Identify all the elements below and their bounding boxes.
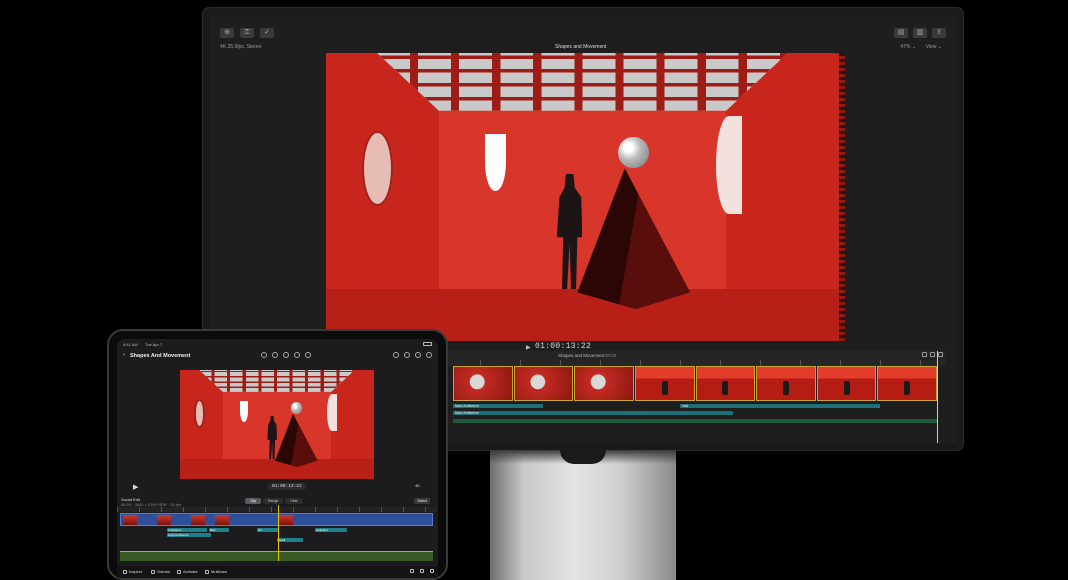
back-chevron-icon[interactable]: ‹: [123, 352, 125, 358]
audio-chip[interactable]: Ambiance: [167, 528, 207, 532]
playback-controls: ▶ 01:00:13:22 4K: [121, 481, 434, 493]
layout-icon[interactable]: [404, 352, 410, 358]
audio-chip[interactable]: Highlight: [315, 528, 347, 532]
inspect-icon: [123, 569, 127, 574]
music-icon[interactable]: [283, 352, 289, 358]
photos-icon[interactable]: [272, 352, 278, 358]
camera-icon[interactable]: [261, 352, 267, 358]
segment-hide[interactable]: Hide: [285, 498, 303, 504]
play-icon[interactable]: ▶: [133, 483, 138, 491]
status-time: 9:41 AM: [123, 342, 138, 347]
ipad-device: 9:41 AM Tue Apr 7 ‹ Shapes And Movement: [107, 329, 448, 580]
ipad-timecode: 01:00:13:22: [268, 483, 306, 490]
ipad-project-title[interactable]: Shapes And Movement: [130, 353, 190, 359]
ipad-playhead[interactable]: [278, 505, 279, 561]
ipad-bottom-toolbar: Inspect Volume Animate Multicam: [117, 566, 438, 578]
project-info: Social Edit 00:20 · 3840 × 2160 HDR · 24…: [121, 497, 181, 507]
audio-chip[interactable]: Swell: [277, 538, 303, 542]
inspect-button[interactable]: Inspect: [123, 569, 142, 574]
split-icon[interactable]: [420, 569, 424, 573]
music-waveform[interactable]: [120, 551, 433, 561]
settings-icon[interactable]: [393, 352, 399, 358]
zoom-menu[interactable]: 47% ⌄: [900, 44, 916, 50]
animate-button[interactable]: Animate: [177, 569, 198, 574]
volume-icon: [151, 569, 155, 574]
red-room-frame: [180, 370, 374, 479]
viewer-header: 4K 25.0fps, Stereo Shapes and Movement 4…: [220, 43, 946, 53]
share-icon[interactable]: ⇪: [932, 28, 946, 38]
stand-cutout: [560, 450, 606, 464]
snap-icon[interactable]: [922, 352, 927, 357]
multicam-button[interactable]: Multicam: [205, 569, 227, 574]
primary-storyline: [453, 366, 937, 401]
audio-clip[interactable]: Hall: [680, 404, 880, 408]
multicam-icon: [205, 569, 209, 574]
check-icon[interactable]: ✓: [260, 28, 274, 38]
edit-mode-segmented: Clip Range Hide: [245, 498, 303, 504]
playhead[interactable]: [937, 351, 938, 443]
status-date: Tue Apr 7: [145, 342, 163, 347]
video-clip[interactable]: [877, 366, 937, 401]
audio-chip[interactable]: Hit: [257, 528, 279, 532]
video-clip[interactable]: [513, 366, 574, 401]
inspect-label: Inspect: [129, 569, 142, 574]
video-clip[interactable]: [756, 366, 816, 401]
red-room-frame: [326, 53, 839, 341]
select-button[interactable]: Select: [414, 498, 430, 504]
sidebar-icon[interactable]: ▥: [913, 28, 927, 38]
volume-label: Volume: [157, 569, 171, 574]
resolution-badge[interactable]: 4K: [415, 483, 420, 488]
audio-chip[interactable]: Bed: [209, 528, 229, 532]
animate-label: Animate: [183, 569, 198, 574]
video-clip[interactable]: [695, 366, 756, 401]
ipad-screen: 9:41 AM Tue Apr 7 ‹ Shapes And Movement: [117, 339, 438, 578]
video-viewer[interactable]: [326, 53, 839, 341]
view-menu[interactable]: View ⌄: [926, 44, 942, 50]
filmstrip-edge: [839, 53, 845, 341]
audio-icon[interactable]: [938, 352, 943, 357]
video-clip[interactable]: [453, 366, 513, 401]
product-scene: ⊕ ⚿ ✓ ▤ ▥ ⇪ 4K 25.0fps, Stereo Shapes an…: [0, 0, 1068, 580]
volume-button[interactable]: Volume: [151, 569, 170, 574]
timeline-header: Shapes and Movement 00:20: [440, 351, 946, 360]
key-icon[interactable]: ⚿: [240, 28, 254, 38]
timecode-display: 01:00:13:22: [535, 342, 592, 351]
animate-icon: [177, 569, 181, 574]
format-label: 4K 25.0fps, Stereo: [220, 44, 262, 50]
audio-chip[interactable]: Light Ambience: [167, 533, 211, 537]
trash-icon[interactable]: [410, 569, 414, 573]
ipad-nav-bar: ‹ Shapes And Movement: [121, 350, 434, 362]
mic-icon[interactable]: [294, 352, 300, 358]
video-clip[interactable]: [634, 366, 695, 401]
music-track[interactable]: [453, 419, 937, 423]
video-clip[interactable]: [574, 366, 634, 401]
play-icon[interactable]: ▶: [526, 344, 531, 351]
monitor-stand: [490, 450, 676, 580]
timeline-duration: 00:20: [605, 353, 617, 358]
segment-range[interactable]: Range: [263, 498, 284, 504]
ipad-primary-storyline[interactable]: [120, 513, 433, 526]
audio-clip[interactable]: Main Ambience: [453, 411, 733, 415]
skim-icon[interactable]: [930, 352, 935, 357]
import-icon[interactable]: ⊕: [220, 28, 234, 38]
duplicate-icon[interactable]: [430, 569, 434, 573]
project-title: Shapes and Movement: [555, 44, 607, 50]
segment-clip[interactable]: Clip: [245, 498, 262, 504]
timeline-project-name: Shapes and Movement: [558, 353, 605, 358]
battery-icon: [423, 342, 432, 346]
multicam-label: Multicam: [211, 569, 228, 574]
share-icon[interactable]: [415, 352, 421, 358]
search-icon[interactable]: [305, 352, 311, 358]
audio-clip[interactable]: Main Ambience: [453, 404, 543, 408]
layout-icon[interactable]: ▤: [894, 28, 908, 38]
status-bar: 9:41 AM Tue Apr 7: [123, 342, 432, 348]
monitor-toolbar: ⊕ ⚿ ✓ ▤ ▥ ⇪: [220, 25, 946, 41]
ipad-viewer[interactable]: [180, 370, 374, 479]
more-icon[interactable]: [426, 352, 432, 358]
video-clip[interactable]: [816, 366, 877, 401]
